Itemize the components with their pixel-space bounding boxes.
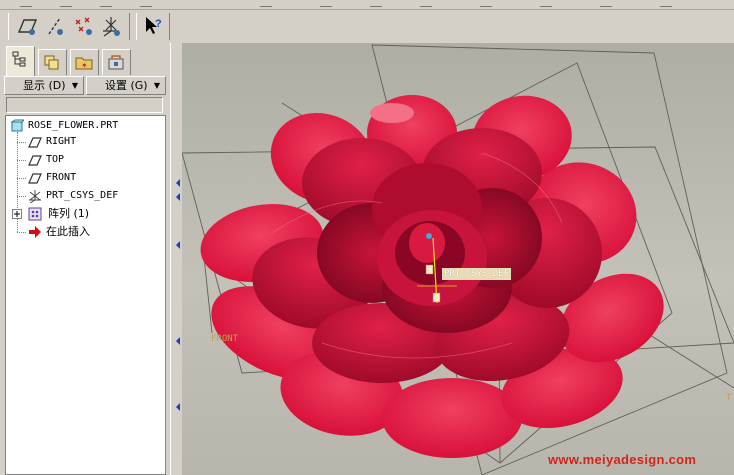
navigator-panel: ✶ 显示 (D) ▼ 设置 (G) ▼ ROSE_FLOWER.PRT RIGH… <box>0 43 170 475</box>
tree-item-label: 在此插入 <box>46 225 90 238</box>
toolbar-button-partial[interactable] <box>420 0 432 7</box>
show-menu-label: 显示 (D) <box>23 79 66 92</box>
svg-text:✶: ✶ <box>81 61 88 70</box>
tree-connector <box>17 178 26 179</box>
expand-icon[interactable] <box>12 207 22 221</box>
whats-this-help-icon[interactable]: ? <box>141 14 165 38</box>
tree-connector <box>17 196 26 197</box>
csys-icon <box>28 189 42 203</box>
model-tree: ROSE_FLOWER.PRT RIGHT TOP FRONT PRT_CSYS <box>5 115 166 475</box>
panel-menubar: 显示 (D) ▼ 设置 (G) ▼ <box>4 76 166 95</box>
csys-tool-icon[interactable] <box>99 14 123 38</box>
pattern-icon <box>28 207 42 221</box>
splitter-arrow-icon <box>176 193 180 201</box>
tree-connector <box>17 142 26 143</box>
toolbar-button-partial[interactable] <box>370 0 382 7</box>
splitter-arrow-icon <box>176 403 180 411</box>
tree-filter-input[interactable] <box>6 97 163 113</box>
watermark-text: www.meiyadesign.com <box>548 452 697 467</box>
tree-root-label: ROSE_FLOWER.PRT <box>28 120 119 131</box>
csys-label: PRT_CSYS_DEF <box>442 268 512 280</box>
insert-here-arrow-icon <box>28 225 42 239</box>
front-plane-label: FRONT <box>211 334 239 344</box>
toolbar-button-partial[interactable] <box>320 0 332 7</box>
datum-plane-icon <box>28 153 42 167</box>
point-tool-icon[interactable] <box>71 14 95 38</box>
splitter-arrow-icon <box>176 337 180 345</box>
tree-item-label: TOP <box>46 154 65 165</box>
plane-corner-label: T <box>726 393 732 403</box>
folder-browser-tab[interactable] <box>38 49 67 75</box>
toolbar-button-partial[interactable] <box>100 0 112 7</box>
part-icon <box>10 119 24 133</box>
toolbar-button-partial[interactable] <box>480 0 492 7</box>
splitter-arrow-icon <box>176 179 180 187</box>
datum-plane-icon <box>28 171 42 185</box>
connections-tab[interactable] <box>102 49 131 75</box>
tree-item-label: RIGHT <box>46 136 77 147</box>
svg-text:?: ? <box>155 18 162 30</box>
favorites-tab[interactable]: ✶ <box>70 49 99 75</box>
toolbar-button-partial[interactable] <box>20 0 32 7</box>
plane-tool-icon[interactable] <box>15 14 39 38</box>
datum-toolbar: ? <box>0 10 734 43</box>
model-render <box>182 44 734 475</box>
show-menu-button[interactable]: 显示 (D) ▼ <box>4 76 84 95</box>
chevron-down-icon: ▼ <box>71 81 78 90</box>
graphics-viewport[interactable] <box>182 43 734 475</box>
model-tree-tab[interactable] <box>6 46 35 76</box>
rose-flower-model[interactable] <box>194 88 679 458</box>
chevron-down-icon: ▼ <box>153 81 160 90</box>
splitter-arrow-icon <box>176 241 180 249</box>
axis-tool-icon[interactable] <box>43 14 67 38</box>
tree-connector <box>17 232 26 233</box>
toolbar-button-partial[interactable] <box>140 0 152 7</box>
toolbar-button-partial[interactable] <box>660 0 672 7</box>
upper-toolbar-strip <box>0 0 734 10</box>
toolbar-button-partial[interactable] <box>600 0 612 7</box>
toolbar-button-partial[interactable] <box>260 0 272 7</box>
settings-menu-button[interactable]: 设置 (G) ▼ <box>86 76 166 95</box>
datum-plane-icon <box>28 135 42 149</box>
tree-item-label: FRONT <box>46 172 77 183</box>
toolbar-button-partial[interactable] <box>540 0 552 7</box>
tree-item-label: PRT_CSYS_DEF <box>46 190 119 201</box>
settings-menu-label: 设置 (G) <box>105 79 148 92</box>
tree-item-label: 阵列 (1) <box>48 207 90 220</box>
tree-connector <box>17 160 26 161</box>
toolbar-button-partial[interactable] <box>60 0 72 7</box>
